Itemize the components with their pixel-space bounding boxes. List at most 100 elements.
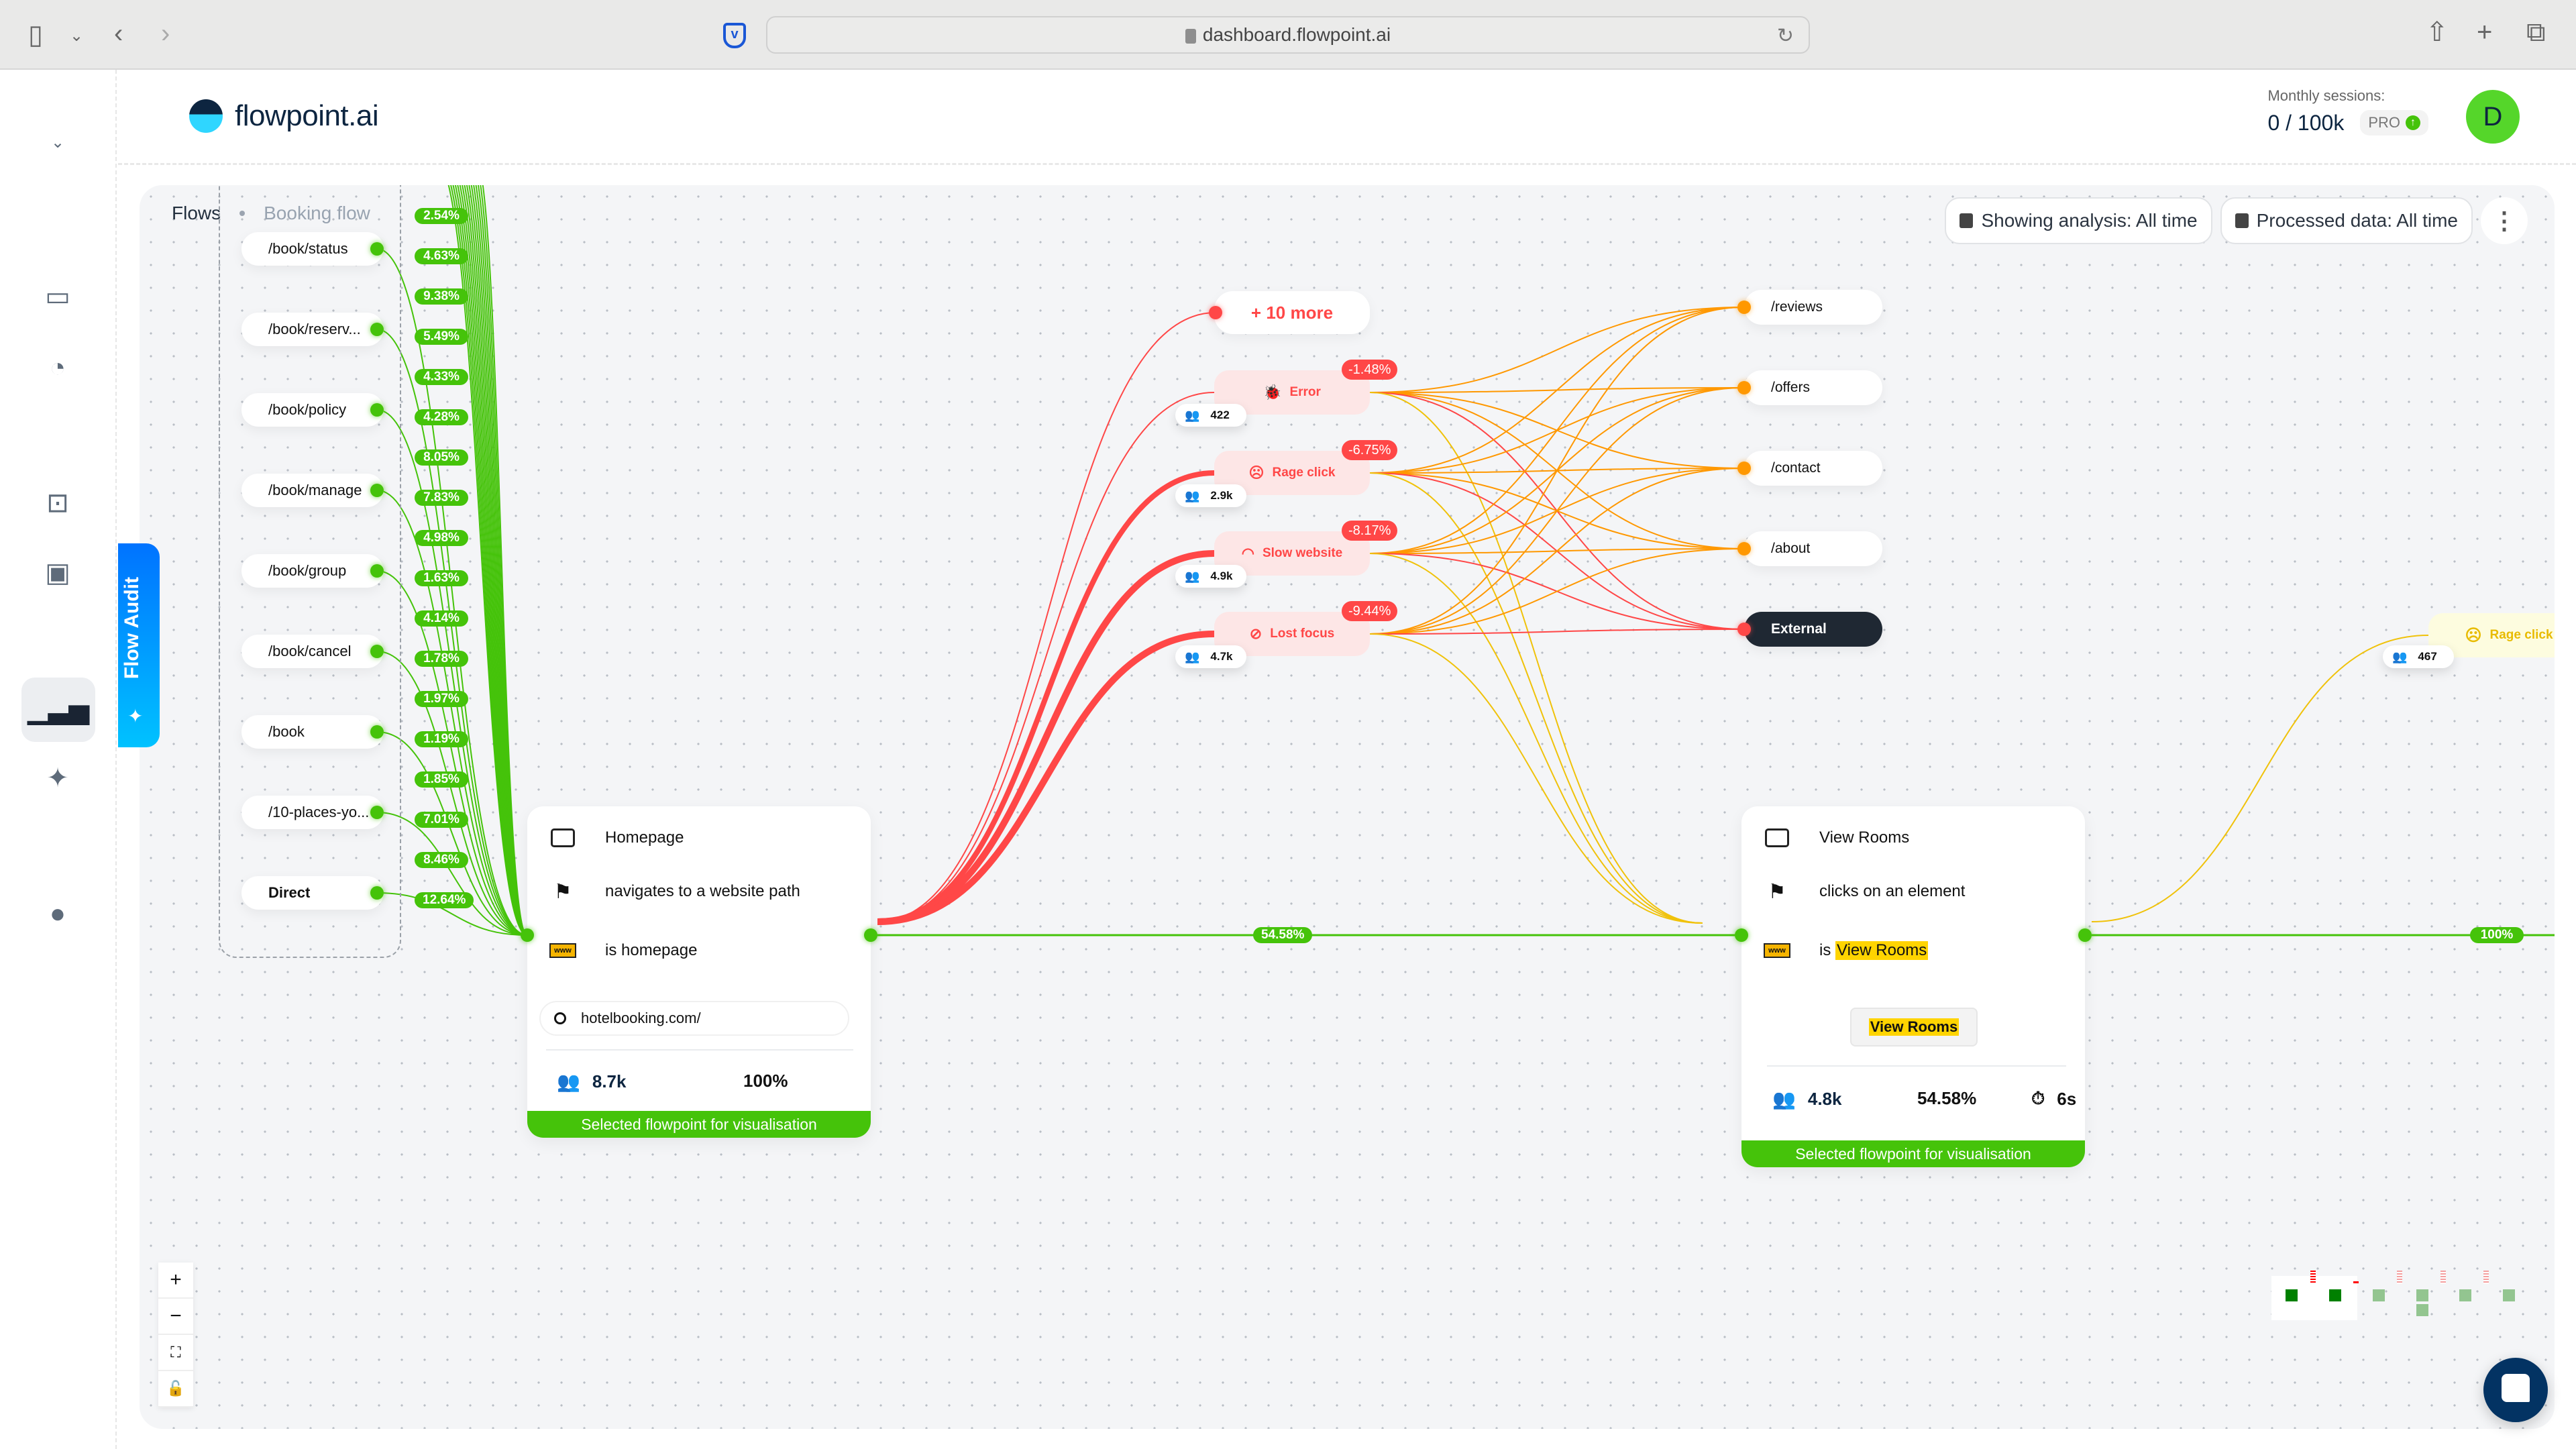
source-handle[interactable] — [370, 806, 384, 819]
logo[interactable]: flowpoint.ai — [189, 99, 379, 133]
source-pill[interactable]: /book — [241, 715, 384, 749]
minimap-node — [2310, 1271, 2316, 1284]
user-icon[interactable]: ● — [36, 892, 79, 935]
chat-launcher[interactable] — [2483, 1358, 2548, 1422]
back-icon[interactable]: ‹ — [114, 20, 123, 47]
flow-canvas[interactable]: Flows Booking flow /book/status/book/res… — [140, 185, 2555, 1429]
source-handle[interactable] — [370, 725, 384, 739]
avatar[interactable]: D — [2466, 90, 2520, 144]
angry-face-icon: ☹ — [1248, 464, 1265, 481]
source-handle[interactable] — [370, 484, 384, 497]
view-rooms-flowpoint-card[interactable]: View Rooms ⚑ clicks on an element www is… — [1741, 806, 2085, 1167]
source-handle[interactable] — [370, 564, 384, 578]
destination-pill[interactable]: /about — [1744, 531, 1882, 566]
zoom-in-icon[interactable]: + — [158, 1263, 193, 1299]
chart-trend-icon[interactable]: ▁▃▅ — [21, 678, 95, 742]
flow-audit-tab[interactable]: Flow Audit ✦ — [118, 543, 160, 747]
source-handle[interactable] — [370, 645, 384, 658]
friction-users: 👥 4.7k — [1175, 645, 1246, 668]
users-count: 4.9k — [1210, 570, 1233, 582]
destination-pill[interactable]: External — [1744, 612, 1882, 647]
fit-view-icon[interactable]: ⛶ — [158, 1335, 193, 1371]
destination-edge — [1369, 307, 1745, 393]
sparkles-icon: ✦ — [127, 706, 144, 727]
edge-percent-badge: 1.63% — [415, 570, 468, 586]
id-card-icon — [1762, 822, 1792, 853]
source-label: /book/cancel — [268, 643, 352, 659]
sparkles-icon[interactable]: ✦ — [36, 757, 79, 800]
destination-handle[interactable] — [1737, 542, 1751, 555]
address-bar[interactable]: dashboard.flowpoint.ai ↻ — [766, 16, 1810, 54]
source-pill[interactable]: /book/manage — [241, 474, 384, 507]
new-tab-icon[interactable]: + — [2477, 19, 2492, 46]
breadcrumb-flows[interactable]: Flows — [172, 203, 221, 224]
minimap-node — [2353, 1281, 2359, 1283]
homepage-flowpoint-card[interactable]: Homepage ⚑ navigates to a website path w… — [527, 806, 871, 1138]
workspace-chevron-icon[interactable]: ⌄ — [36, 121, 79, 164]
destination-handle[interactable] — [1737, 623, 1751, 636]
users-icon: 👥 — [1185, 649, 1200, 663]
url-filter-field[interactable]: hotelbooking.com/ — [539, 1001, 849, 1036]
source-pill[interactable]: /10-places-yo... — [241, 796, 384, 829]
next-friction-edge — [2091, 635, 2429, 922]
chevron-down-icon[interactable]: ⌄ — [70, 23, 83, 50]
view-rooms-output-handle[interactable] — [2078, 928, 2092, 942]
reload-icon[interactable]: ↻ — [1777, 24, 1794, 48]
sidebar-toggle-icon[interactable]: ▯ — [28, 21, 43, 48]
monitor-icon[interactable]: ▭ — [36, 275, 79, 318]
destination-handle[interactable] — [1737, 462, 1751, 475]
pie-chart-icon[interactable]: ◔ — [36, 346, 79, 389]
lock-canvas-icon[interactable]: 🔓 — [158, 1371, 193, 1407]
destination-pill[interactable]: /reviews — [1744, 290, 1882, 325]
url-text: dashboard.flowpoint.ai — [1202, 24, 1391, 45]
source-handle[interactable] — [370, 242, 384, 256]
flowpoint-title: Homepage — [605, 828, 684, 847]
minimap-node — [2483, 1271, 2489, 1284]
source-label: /book/manage — [268, 482, 362, 498]
forward-icon[interactable]: › — [161, 20, 170, 47]
source-pill[interactable]: /book/policy — [241, 393, 384, 427]
stopwatch-icon: ⏱ — [2031, 1088, 2045, 1108]
www-search-icon: www — [1762, 935, 1792, 966]
source-handle[interactable] — [370, 886, 384, 900]
destination-pill[interactable]: /offers — [1744, 370, 1882, 405]
eye-off-icon: ⊘ — [1249, 625, 1263, 642]
processed-range-button[interactable]: Processed data: All time — [2220, 197, 2473, 244]
source-handle[interactable] — [370, 323, 384, 336]
source-pill[interactable]: /book/group — [241, 554, 384, 588]
robot-icon[interactable]: ⊡ — [36, 482, 79, 525]
source-pill[interactable]: Direct — [241, 876, 384, 910]
friction-label: Slow website — [1262, 546, 1343, 560]
calendar-check-icon[interactable]: ▣ — [36, 551, 79, 594]
tabs-overview-icon[interactable]: ⧉ — [2526, 19, 2546, 46]
users-count: 8.7k — [592, 1071, 627, 1091]
homepage-output-handle[interactable] — [864, 928, 877, 942]
pocket-icon[interactable]: v — [723, 23, 746, 48]
navigate-path-icon: ⚑ — [1768, 880, 1786, 903]
more-frictions-pill[interactable]: + 10 more — [1214, 291, 1370, 334]
minimap-node — [2503, 1289, 2515, 1301]
plan-badge[interactable]: PRO ↑ — [2360, 110, 2428, 136]
more-options-icon[interactable]: ⋮ — [2481, 197, 2528, 244]
share-icon[interactable]: ⇧ — [2426, 19, 2449, 46]
destination-pill[interactable]: /contact — [1744, 451, 1882, 486]
source-handle[interactable] — [370, 403, 384, 417]
edge-percent-badge: 4.98% — [415, 530, 468, 546]
logo-mark-icon — [189, 99, 223, 133]
zoom-out-icon[interactable]: − — [158, 1299, 193, 1335]
source-pill[interactable]: /book/status — [241, 232, 384, 266]
browser-toolbar: ▯ ⌄ ‹ › v dashboard.flowpoint.ai ↻ ⇧ + ⧉ — [0, 0, 2576, 70]
source-pill[interactable]: /book/cancel — [241, 635, 384, 668]
friction-delta-badge: -8.17% — [1342, 521, 1398, 541]
view-rooms-input-handle[interactable] — [1735, 928, 1748, 942]
destination-handle[interactable] — [1737, 301, 1751, 314]
homepage-input-handle[interactable] — [521, 928, 534, 942]
friction-edge — [877, 631, 1215, 925]
search-icon — [554, 1012, 566, 1024]
source-pill[interactable]: /book/reserv... — [241, 313, 384, 346]
destination-handle[interactable] — [1737, 381, 1751, 394]
more-handle[interactable] — [1209, 306, 1222, 319]
friction-edge — [877, 392, 1215, 922]
analysis-range-button[interactable]: Showing analysis: All time — [1945, 197, 2212, 244]
card-divider — [546, 1049, 853, 1051]
